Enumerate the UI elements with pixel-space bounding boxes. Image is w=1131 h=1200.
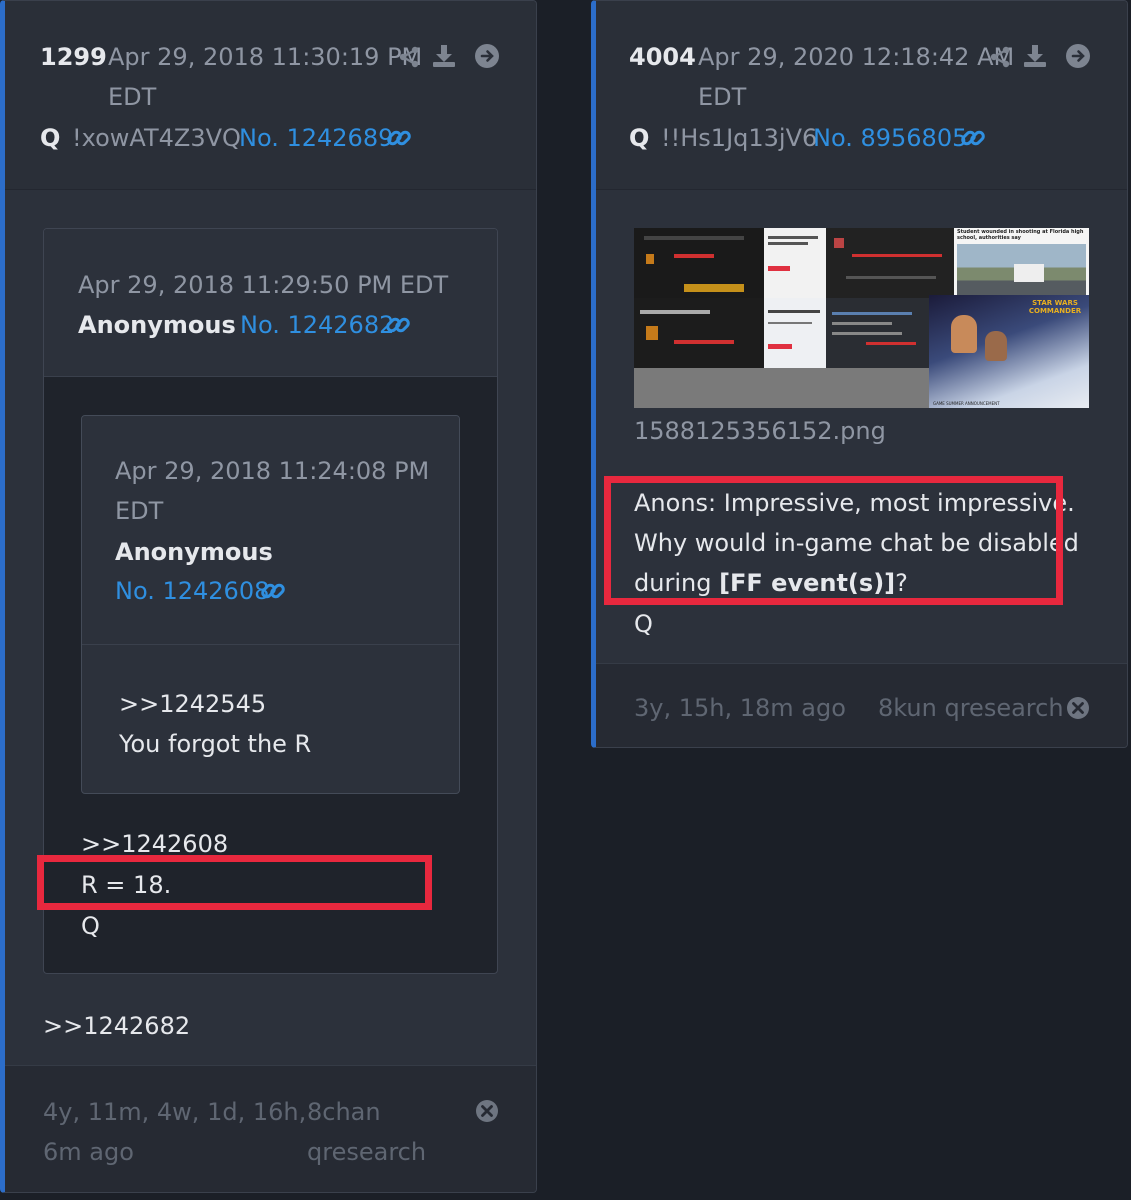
image-panel-article-2 <box>764 298 826 368</box>
quoted-timestamp: Apr 29, 2018 11:29:50 PM EDT <box>78 271 449 299</box>
download-icon[interactable] <box>1022 43 1048 73</box>
share-icon[interactable] <box>397 45 421 73</box>
tripcode: !!Hs1Jq13jV6 <box>661 124 818 152</box>
highlight-box <box>604 476 1063 605</box>
close-circle-icon[interactable] <box>1066 696 1090 724</box>
link-icon[interactable] <box>960 125 986 155</box>
post-source: 8chan <box>307 1098 381 1126</box>
close-circle-icon[interactable] <box>475 1099 499 1127</box>
link-icon[interactable] <box>386 125 412 155</box>
post-timezone: EDT <box>698 83 747 111</box>
image-panel-game-ui-3 <box>634 298 764 368</box>
nested-reply-link[interactable]: >>1242545 <box>119 684 266 724</box>
nested-quoted-header: Apr 29, 2018 11:24:08 PM EDT Anonymous N… <box>82 416 459 645</box>
link-icon[interactable] <box>385 312 411 342</box>
post-id-link[interactable]: No. 8956805 <box>813 118 967 158</box>
image-panel-game-ui-2 <box>826 228 954 298</box>
post-footer: 3y, 15h, 18m ago 8kun qresearch <box>596 663 1127 747</box>
quoted-post-id-link[interactable]: No. 1242682 <box>240 305 394 345</box>
post-age-cont: 6m ago <box>43 1138 134 1166</box>
nested-body: You forgot the R <box>119 730 312 758</box>
image-panel-code <box>826 298 929 368</box>
post-card-left: 1299 Apr 29, 2018 11:30:19 PM EDT Q !xow… <box>0 0 537 1193</box>
nested-timestamp: Apr 29, 2018 11:24:08 PM <box>115 457 430 485</box>
post-body-reply-link[interactable]: >>1242682 <box>43 1006 190 1046</box>
arrow-right-circle-icon[interactable] <box>474 43 500 73</box>
post-id-link[interactable]: No. 1242689 <box>239 118 393 158</box>
post-number: 1299 <box>40 43 107 71</box>
highlight-box <box>37 855 432 910</box>
image-panel-article-1 <box>764 228 826 298</box>
post-author: Q <box>629 124 650 152</box>
image-panel-game-ui-1 <box>634 228 764 298</box>
post-age: 4y, 11m, 4w, 1d, 16h, <box>43 1098 307 1126</box>
quoted-author: Anonymous <box>78 311 236 339</box>
post-timestamp: Apr 29, 2020 12:18:42 AM <box>698 43 1015 71</box>
quoted-post-header: Apr 29, 2018 11:29:50 PM EDT Anonymous N… <box>44 229 497 377</box>
nested-quoted-post: Apr 29, 2018 11:24:08 PM EDT Anonymous N… <box>81 415 460 794</box>
link-icon[interactable] <box>260 578 286 608</box>
arrow-right-circle-icon[interactable] <box>1065 43 1091 73</box>
image-panel-news-photo: Student wounded in shooting at Florida h… <box>954 228 1089 298</box>
nested-timezone: EDT <box>115 497 164 525</box>
post-source-cont: qresearch <box>307 1138 427 1166</box>
post-footer: 4y, 11m, 4w, 1d, 16h, 6m ago 8chan qrese… <box>5 1065 536 1192</box>
attached-image[interactable]: Student wounded in shooting at Florida h… <box>634 228 1089 408</box>
share-icon[interactable] <box>988 45 1012 73</box>
post-source: 8kun qresearch <box>878 694 1064 722</box>
post-timestamp: Apr 29, 2018 11:30:19 PM <box>108 43 423 71</box>
post-card-right: 4004 Apr 29, 2020 12:18:42 AM EDT Q !!Hs… <box>591 0 1128 748</box>
image-filename[interactable]: 1588125356152.png <box>634 411 886 451</box>
post-header: 4004 Apr 29, 2020 12:18:42 AM EDT Q !!Hs… <box>596 1 1127 190</box>
post-header: 1299 Apr 29, 2018 11:30:19 PM EDT Q !xow… <box>5 1 536 190</box>
image-panel-game-poster: STAR WARS COMMANDER GAME SUMMER ANNOUNCE… <box>929 295 1089 408</box>
post-signature: Q <box>634 610 653 638</box>
post-author: Q <box>40 124 61 152</box>
post-number: 4004 <box>629 43 696 71</box>
nested-author: Anonymous <box>115 538 273 566</box>
nested-post-id-link[interactable]: No. 1242608 <box>115 571 269 611</box>
download-icon[interactable] <box>431 43 457 73</box>
quoted-signature: Q <box>81 912 100 940</box>
post-age: 3y, 15h, 18m ago <box>634 694 846 722</box>
post-timezone: EDT <box>108 83 157 111</box>
tripcode: !xowAT4Z3VQ <box>72 124 241 152</box>
